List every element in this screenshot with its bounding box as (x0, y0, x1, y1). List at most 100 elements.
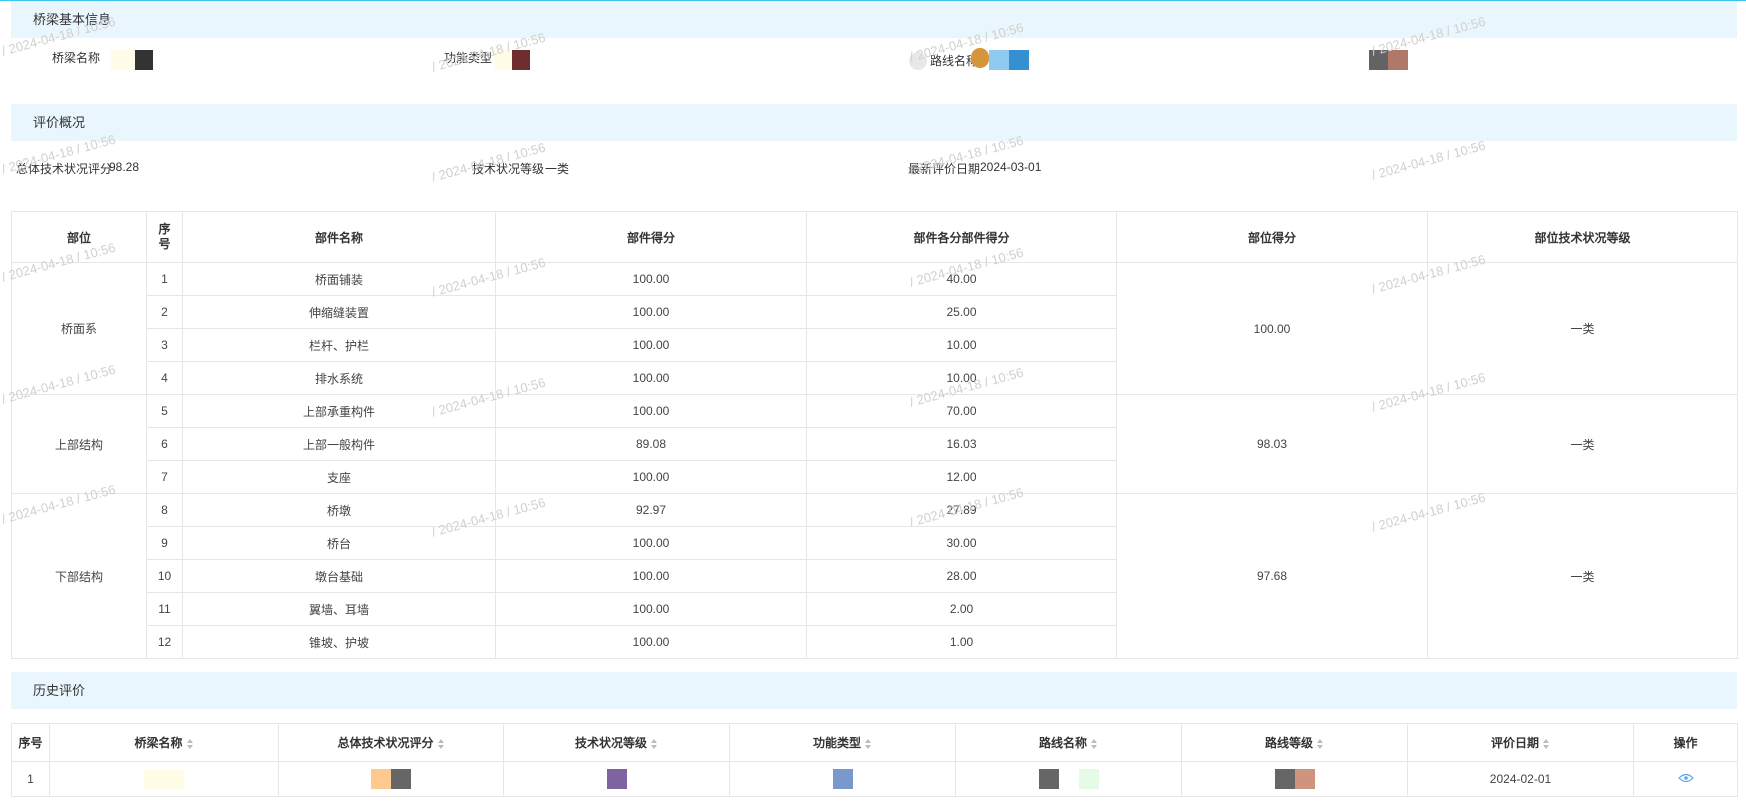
row-no: 10 (146, 559, 183, 593)
component-name: 锥坡、护坡 (182, 625, 496, 659)
route-name-value-redacted (971, 48, 989, 68)
table-row: 上部结构 5 上部承重构件 100.00 70.00 98.03 一类 (11, 394, 1738, 494)
hist-col-function-type-text: 功能类型 (812, 736, 861, 750)
component-name: 墩台基础 (182, 559, 496, 593)
sort-icon[interactable] (1543, 738, 1550, 749)
function-type-value-redacted (494, 50, 512, 70)
col-header-position: 部位 (11, 211, 147, 263)
weighted-score: 12.00 (806, 460, 1117, 494)
table-header-row: 部位 序号 部件名称 部件得分 部件各分部件得分 部位得分 部位技术状况等级 (11, 211, 1738, 263)
table-row: 1 2024-02-01 (11, 761, 1738, 797)
section-title: 桥梁基本信息 (33, 12, 112, 27)
grade-value: 一类 (545, 162, 570, 176)
col-header-position-score: 部位得分 (1116, 211, 1428, 263)
hist-col-route-grade[interactable]: 路线等级 (1181, 723, 1408, 762)
total-score-label: 总体技术状况评分 (16, 162, 113, 176)
route-grade-value-redacted (1369, 50, 1388, 70)
table-row: 下部结构 8 桥墩 92.97 27.89 97.68 一类 (11, 493, 1738, 659)
row-no: 9 (146, 526, 183, 560)
hist-col-total-score[interactable]: 总体技术状况评分 (278, 723, 504, 762)
bridge-name-value-redacted (111, 50, 135, 70)
sort-icon[interactable] (651, 738, 658, 749)
row-no: 8 (146, 493, 183, 527)
row-no: 12 (146, 625, 183, 659)
col-header-position-grade: 部位技术状况等级 (1427, 211, 1738, 263)
position-grade: 一类 (1427, 262, 1738, 395)
hist-col-grade-text: 技术状况等级 (574, 736, 647, 750)
component-score: 100.00 (495, 625, 807, 659)
component-name: 上部承重构件 (182, 394, 496, 428)
component-name: 栏杆、护栏 (182, 328, 496, 362)
weighted-score: 70.00 (806, 394, 1117, 428)
row-no: 4 (146, 361, 183, 395)
history-header-row: 序号 桥梁名称 总体技术状况评分 技术状况等级 功能类型 路线名称 路线等级 评… (11, 723, 1738, 762)
position-grade: 一类 (1427, 493, 1738, 659)
latest-date-value: 2024-03-01 (980, 160, 1042, 174)
table-row: 桥面系 1 桥面铺装 100.00 40.00 100.00 一类 (11, 262, 1738, 395)
hist-col-eval-date[interactable]: 评价日期 (1407, 723, 1634, 762)
weighted-score: 40.00 (806, 262, 1117, 296)
route-name-value-redacted (989, 50, 1009, 70)
hist-grade-redacted (503, 761, 730, 797)
hist-col-route-name[interactable]: 路线名称 (955, 723, 1182, 762)
sort-icon[interactable] (437, 738, 445, 749)
position-score: 97.68 (1116, 493, 1428, 659)
component-score: 100.00 (495, 592, 807, 626)
row-no: 3 (146, 328, 183, 362)
hist-col-grade[interactable]: 技术状况等级 (503, 723, 730, 762)
hist-bridge-name-redacted (49, 761, 279, 797)
section-history: 历史评价 (11, 672, 1737, 709)
sort-icon[interactable] (1317, 738, 1324, 749)
hist-col-no: 序号 (11, 723, 50, 762)
bridge-name-value-redacted (135, 50, 153, 70)
row-no: 6 (146, 427, 183, 461)
component-score: 100.00 (495, 361, 807, 395)
weighted-score: 28.00 (806, 559, 1117, 593)
hist-eval-date: 2024-02-01 (1407, 761, 1634, 797)
sort-icon[interactable] (186, 738, 194, 749)
hist-col-function-type[interactable]: 功能类型 (729, 723, 956, 762)
position-name: 上部结构 (11, 394, 147, 494)
section-title: 历史评价 (33, 683, 86, 698)
component-score: 100.00 (495, 559, 807, 593)
hist-col-total-score-text: 总体技术状况评分 (337, 736, 434, 750)
row-no: 7 (146, 460, 183, 494)
component-score: 100.00 (495, 262, 807, 296)
total-score-value: 98.28 (109, 160, 140, 174)
component-score: 100.00 (495, 526, 807, 560)
component-score: 100.00 (495, 460, 807, 494)
function-type-label: 功能类型 (444, 51, 493, 65)
hist-total-score-redacted (278, 761, 504, 797)
col-header-no-text: 序号 (158, 222, 171, 251)
position-score: 98.03 (1116, 394, 1428, 494)
col-header-no: 序号 (146, 211, 183, 263)
col-header-weighted-score: 部件各分部件得分 (806, 211, 1117, 263)
function-type-value-redacted (512, 50, 530, 70)
component-name: 桥台 (182, 526, 496, 560)
component-name: 排水系统 (182, 361, 496, 395)
section-evaluation: 评价概况 (11, 104, 1737, 141)
hist-function-type-redacted (729, 761, 956, 797)
component-name: 支座 (182, 460, 496, 494)
hist-col-eval-date-text: 评价日期 (1490, 736, 1539, 750)
sort-icon[interactable] (1091, 738, 1098, 749)
row-no: 5 (146, 394, 183, 428)
component-name: 上部一般构件 (182, 427, 496, 461)
weighted-score: 27.89 (806, 493, 1117, 527)
row-no: 11 (146, 592, 183, 626)
component-name: 桥墩 (182, 493, 496, 527)
position-score: 100.00 (1116, 262, 1428, 395)
route-grade-value-redacted (1388, 50, 1408, 70)
hist-col-bridge-name-text: 桥梁名称 (134, 736, 183, 750)
route-name-mask (909, 52, 927, 70)
eye-icon[interactable] (1677, 772, 1694, 786)
hist-col-bridge-name[interactable]: 桥梁名称 (49, 723, 279, 762)
watermark: / 2024-04-18 / 10:56 (1370, 137, 1487, 183)
component-score: 100.00 (495, 328, 807, 362)
latest-date-label: 最新评价日期 (908, 162, 981, 176)
sort-icon[interactable] (865, 738, 872, 749)
component-score: 100.00 (495, 295, 807, 329)
weighted-score: 2.00 (806, 592, 1117, 626)
bridge-name-label: 桥梁名称 (52, 51, 101, 65)
hist-row-no: 1 (11, 761, 50, 797)
